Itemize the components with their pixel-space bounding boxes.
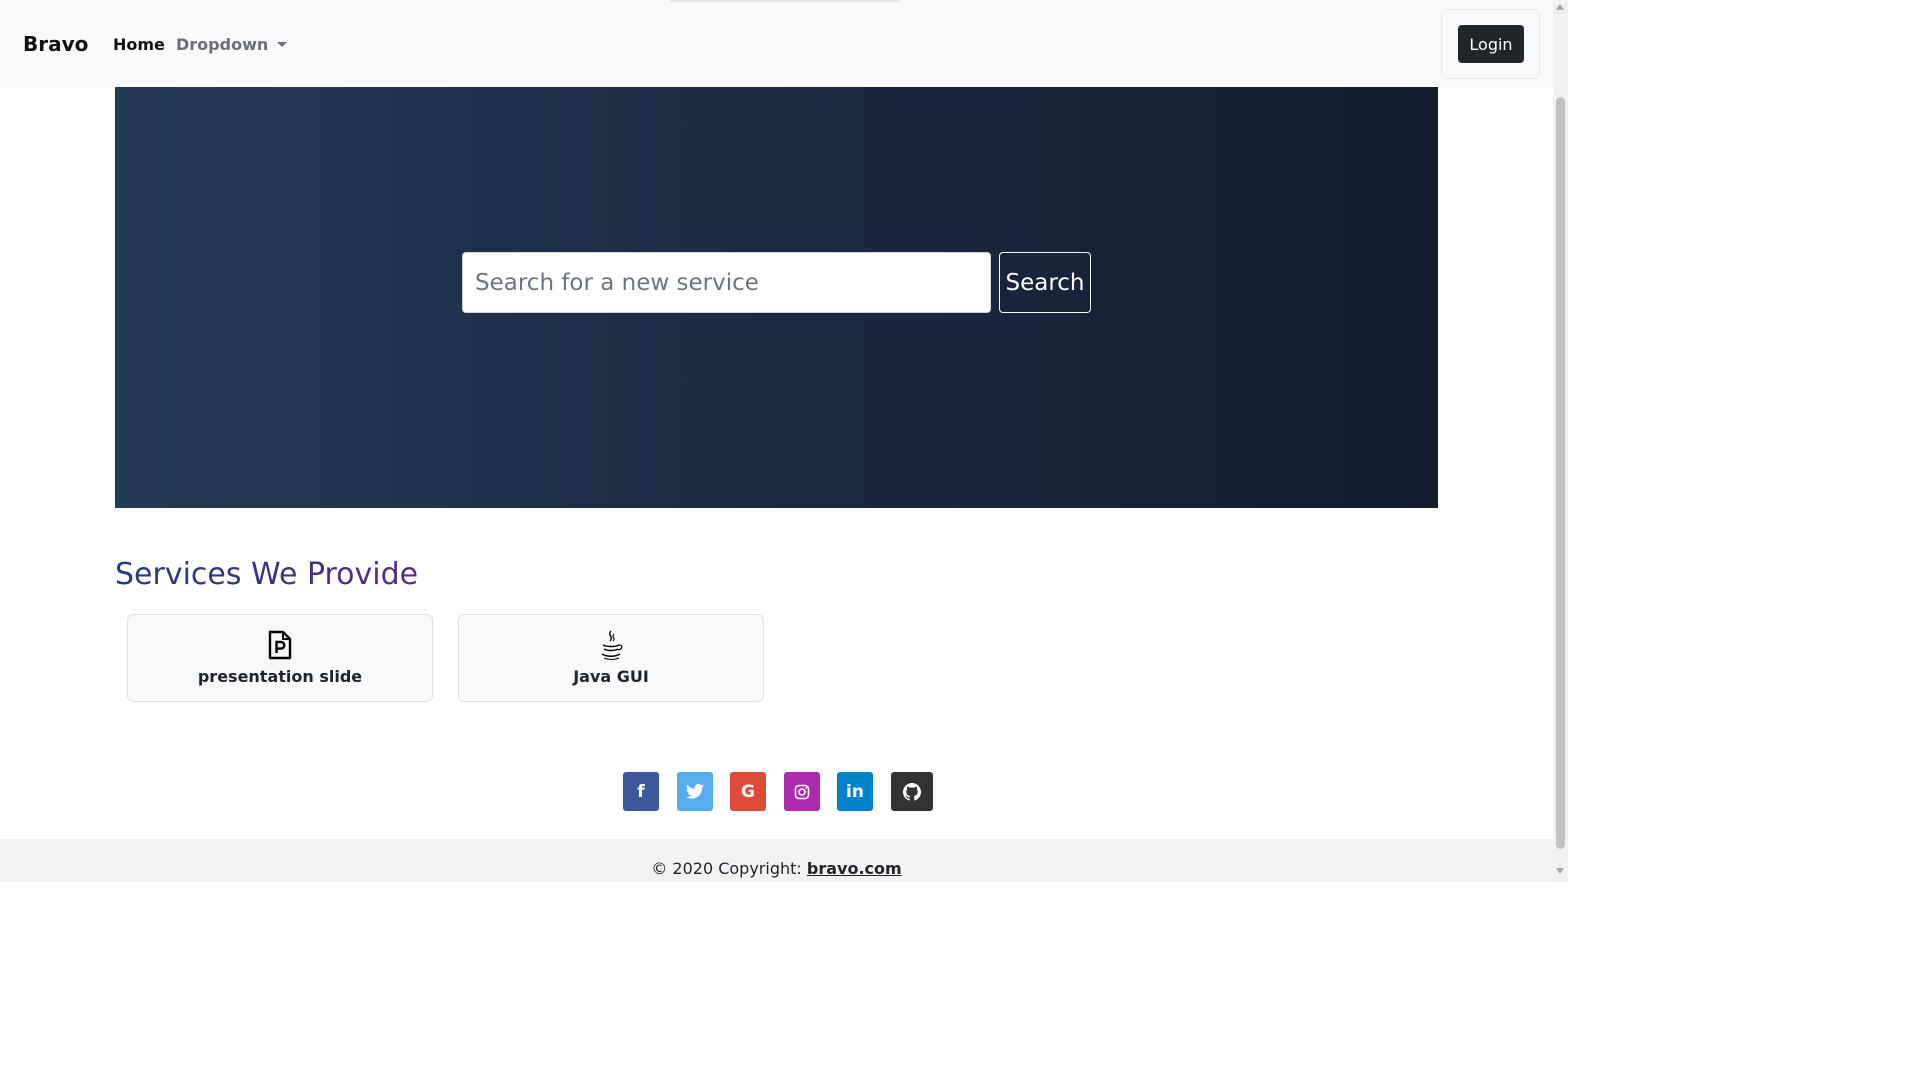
service-card-label: Java GUI [573, 667, 649, 686]
services-title: Services We Provide [115, 557, 419, 592]
scrollbar-thumb[interactable] [1556, 97, 1565, 849]
brand-logo[interactable]: Bravo [23, 32, 88, 56]
file-ppt-icon [268, 629, 292, 661]
java-icon [598, 629, 624, 661]
service-card-java-gui[interactable]: Java GUI [458, 614, 764, 702]
linkedin-icon[interactable]: in [837, 772, 873, 811]
scroll-down-icon[interactable] [1556, 868, 1564, 874]
service-card-label: presentation slide [197, 667, 363, 686]
footer: © 2020 Copyright: bravo.com [0, 839, 1553, 882]
footer-site-link[interactable]: bravo.com [807, 859, 902, 878]
search-input[interactable] [462, 252, 991, 313]
github-icon[interactable] [890, 772, 933, 811]
twitter-icon[interactable] [676, 772, 713, 811]
nav-dropdown-label: Dropdown [176, 35, 269, 54]
scroll-up-icon[interactable] [1556, 4, 1564, 10]
linkedin-glyph: in [846, 781, 864, 802]
google-icon[interactable]: G [730, 772, 766, 811]
social-links: f G in [623, 772, 933, 811]
google-glyph: G [741, 781, 755, 802]
service-card-presentation[interactable]: presentation slide [127, 614, 433, 702]
copyright-text: © 2020 Copyright: [651, 859, 807, 878]
hero-banner: Search [115, 87, 1438, 508]
facebook-glyph: f [637, 781, 645, 802]
nav-home-link[interactable]: Home [113, 35, 165, 54]
caret-down-icon [277, 42, 288, 47]
login-button[interactable]: Login [1458, 25, 1524, 63]
login-container: Login [1441, 9, 1540, 79]
navbar: Bravo Home Dropdown Login [0, 0, 1553, 87]
top-shadow [670, 0, 900, 2]
instagram-icon[interactable] [783, 772, 820, 811]
page-scrollbar[interactable] [1553, 0, 1568, 882]
search-button[interactable]: Search [999, 252, 1091, 313]
nav-dropdown-toggle[interactable]: Dropdown [176, 35, 288, 54]
facebook-icon[interactable]: f [623, 772, 659, 811]
